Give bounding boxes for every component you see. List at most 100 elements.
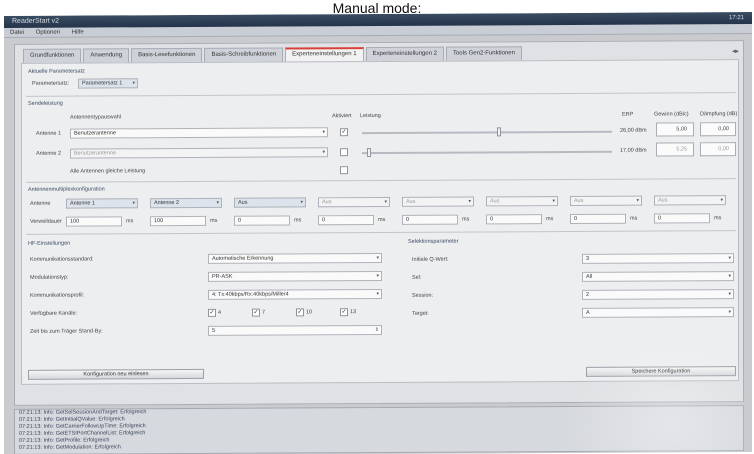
- chevron-down-icon: ▾: [132, 80, 135, 87]
- antenna-2-power-slider-thumb[interactable]: [366, 148, 371, 158]
- mux-dwell-unit: ms: [546, 216, 554, 223]
- sel-sel-label: Sel:: [412, 274, 422, 281]
- hf-standard-select[interactable]: Automatische Erkennung ▾: [208, 252, 382, 264]
- menu-datei[interactable]: Datei: [10, 30, 24, 36]
- chevron-down-icon: ▾: [376, 254, 379, 262]
- channel-10-checkbox[interactable]: ✓: [296, 308, 304, 317]
- antenna-1-power-slider-thumb[interactable]: [497, 127, 502, 137]
- mux-dwell-input-2[interactable]: 100: [150, 215, 206, 227]
- hf-modulation-label: Modulationstyp:: [30, 274, 69, 281]
- chevron-down-icon: ▾: [322, 129, 325, 136]
- mux-antenna-value: Aus: [574, 197, 584, 204]
- sel-target-select[interactable]: A ▾: [582, 307, 734, 318]
- mux-dwell-input-4[interactable]: 0: [318, 215, 374, 226]
- antenna-2-gain-input[interactable]: 5,25: [656, 142, 694, 157]
- sel-session-value: 2: [586, 291, 590, 298]
- mux-antenna-select-8[interactable]: Aus ▾: [654, 195, 726, 206]
- chevron-down-icon: ▾: [552, 198, 555, 205]
- tab-anwendung[interactable]: Anwendung: [83, 48, 130, 63]
- col-erp-header: ERP: [622, 111, 634, 118]
- antenna-1-damping-input[interactable]: 0,00: [700, 122, 736, 137]
- mux-antenna-select-3[interactable]: Aus ▾: [234, 197, 306, 208]
- sel-target-label: Target:: [412, 310, 429, 317]
- chevron-down-icon: ▾: [322, 149, 325, 156]
- antenna-2-active-checkbox[interactable]: [340, 148, 348, 157]
- antenna-1-type-select[interactable]: Benutzerantenne ▾: [70, 127, 328, 139]
- menu-hilfe[interactable]: Hilfe: [72, 30, 84, 36]
- tab-basis-schreibfunktionen[interactable]: Basis-Schreibfunktionen: [204, 47, 284, 62]
- channel-13-checkbox[interactable]: ✓: [340, 308, 348, 317]
- tab-grundfunktionen[interactable]: Grundfunktionen: [23, 48, 82, 63]
- tab-experteneinstellungen-2[interactable]: Experteneinstellungen 2: [365, 46, 444, 62]
- mux-dwell-input-7[interactable]: 0: [570, 213, 626, 224]
- chevron-down-icon: ▾: [376, 272, 379, 280]
- channel-7-label: 7: [262, 309, 266, 316]
- sel-target-value: A: [586, 309, 590, 316]
- paramset-value: Parametersatz 1: [82, 80, 123, 87]
- multiplex-section-title: Antennenmultiplexkonfiguration: [28, 186, 105, 193]
- mux-antenna-value: Aus: [490, 198, 500, 205]
- chevron-down-icon: ▾: [132, 200, 135, 207]
- divider: [26, 92, 736, 97]
- chevron-down-icon: ▾: [728, 273, 731, 280]
- mux-antenna-value: Antenne 1: [70, 200, 96, 207]
- chevron-down-icon: ▾: [636, 197, 639, 204]
- tab-experteneinstellungen-1[interactable]: Experteneinstellungen 1: [285, 47, 364, 62]
- chevron-down-icon: ▾: [300, 199, 303, 206]
- same-power-label: Alle Antennen gleiche Leistung: [70, 168, 146, 175]
- save-config-button[interactable]: Speichere Konfiguration: [586, 366, 736, 377]
- tab-scroll-icon[interactable]: ◂▸: [732, 47, 739, 55]
- antenna-2-power-slider[interactable]: [362, 148, 612, 158]
- tab-basis-lesefunktionen[interactable]: Basis-Lesefunktionen: [131, 47, 203, 63]
- tab-tools-gen2[interactable]: Tools Gen2-Funktionen: [445, 46, 522, 61]
- mux-dwell-input-6[interactable]: 0: [486, 214, 542, 225]
- reload-config-button[interactable]: Konfiguration neu einlesen: [28, 368, 204, 380]
- paramset-section-title: Aktuelle Parametersatz: [28, 68, 85, 75]
- menu-optionen[interactable]: Optionen: [36, 30, 60, 36]
- antenna-1-power-slider[interactable]: [362, 127, 612, 137]
- mux-dwell-input-3[interactable]: 0: [234, 215, 290, 226]
- paramset-select[interactable]: Parametersatz 1 ▾: [78, 78, 138, 89]
- channel-4-checkbox[interactable]: ✓: [208, 308, 216, 317]
- antenna-1-label: Antenne 1: [36, 130, 62, 137]
- hf-standby-input[interactable]: 5 ⇕: [208, 324, 382, 336]
- mux-antenna-select-4[interactable]: Aus ▾: [318, 196, 390, 208]
- mux-antenna-value: Aus: [406, 198, 416, 205]
- antenna-2-damping-input[interactable]: 0,00: [700, 142, 736, 157]
- col-active-header: Aktiviert: [332, 113, 352, 120]
- mux-antenna-select-7[interactable]: Aus ▾: [570, 195, 642, 206]
- channel-4-label: 4: [218, 309, 222, 316]
- hf-standard-label: Kommunikationsstandard:: [30, 256, 94, 263]
- mux-dwell-input-1[interactable]: 100: [66, 216, 122, 227]
- same-power-checkbox[interactable]: [340, 166, 348, 175]
- hf-profile-value: 4: Tx:40kbps/Rx:40kbps/Miller4: [212, 291, 289, 298]
- mux-dwell-input-8[interactable]: 0: [654, 213, 710, 224]
- mux-dwell-input-5[interactable]: 0: [402, 214, 458, 225]
- mux-antenna-value: Antenne 2: [154, 200, 180, 207]
- antenna-1-active-checkbox[interactable]: ✓: [340, 128, 348, 137]
- multiplex-dwell-label: Verweildauer: [30, 218, 62, 225]
- tab-content: Aktuelle Parametersatz Parametersatz: Pa…: [21, 59, 739, 385]
- sel-q-select[interactable]: 3 ▾: [582, 253, 734, 264]
- channel-7-checkbox[interactable]: ✓: [252, 308, 260, 317]
- mux-antenna-select-6[interactable]: Aus ▾: [486, 196, 558, 207]
- hf-profile-select[interactable]: 4: Tx:40kbps/Rx:40kbps/Miller4 ▾: [208, 288, 382, 300]
- antenna-1-type-value: Benutzerantenne: [74, 130, 116, 137]
- mux-antenna-select-2[interactable]: Antenne 2 ▾: [150, 197, 222, 209]
- mux-antenna-select-1[interactable]: Antenne 1 ▾: [66, 198, 138, 209]
- hf-section-title: HF-Einstellungen: [28, 240, 71, 247]
- window-title: ReaderStart v2: [12, 17, 60, 25]
- antenna-1-gain-input[interactable]: 5,00: [656, 122, 694, 137]
- antenna-2-type-select[interactable]: Benutzerantenne ▾: [70, 147, 328, 159]
- channel-13-label: 13: [350, 309, 357, 316]
- mux-dwell-unit: ms: [126, 218, 134, 225]
- selection-section-title: Selektionsparameter: [408, 238, 459, 245]
- divider: [26, 230, 736, 235]
- hf-modulation-select[interactable]: PR-ASK ▾: [208, 270, 382, 282]
- mux-dwell-unit: ms: [462, 216, 470, 223]
- sel-sel-select[interactable]: All ▾: [582, 271, 734, 282]
- mux-dwell-unit: ms: [630, 215, 638, 222]
- hf-standby-label: Zeit bis zum Träger Stand-By:: [30, 328, 103, 335]
- sel-session-select[interactable]: 2 ▾: [582, 289, 734, 300]
- mux-antenna-select-5[interactable]: Aus ▾: [402, 196, 474, 207]
